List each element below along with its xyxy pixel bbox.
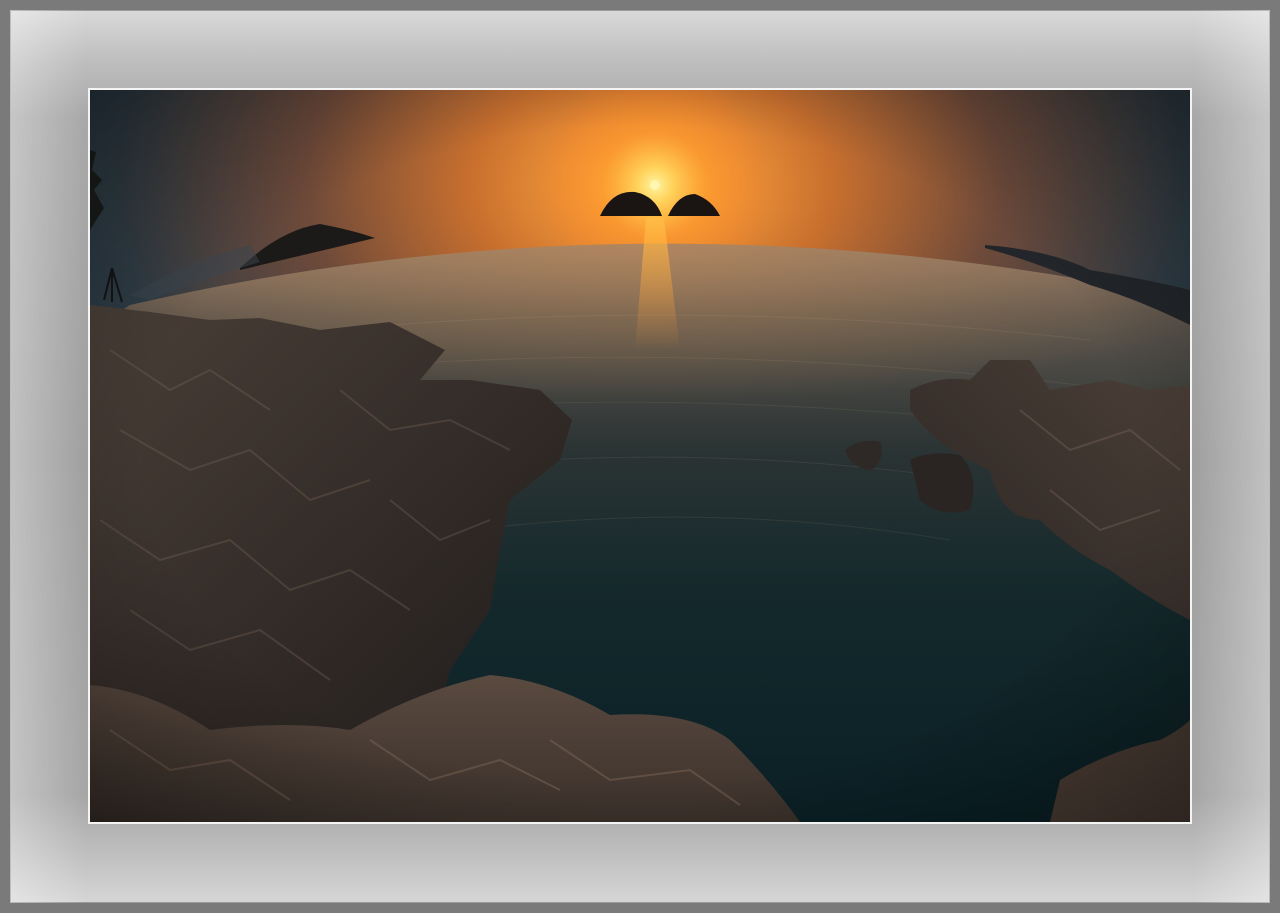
sunset-scene (90, 90, 1190, 822)
picture-frame (0, 0, 1280, 913)
sunset-photo (90, 90, 1190, 822)
vignette (90, 90, 1190, 822)
